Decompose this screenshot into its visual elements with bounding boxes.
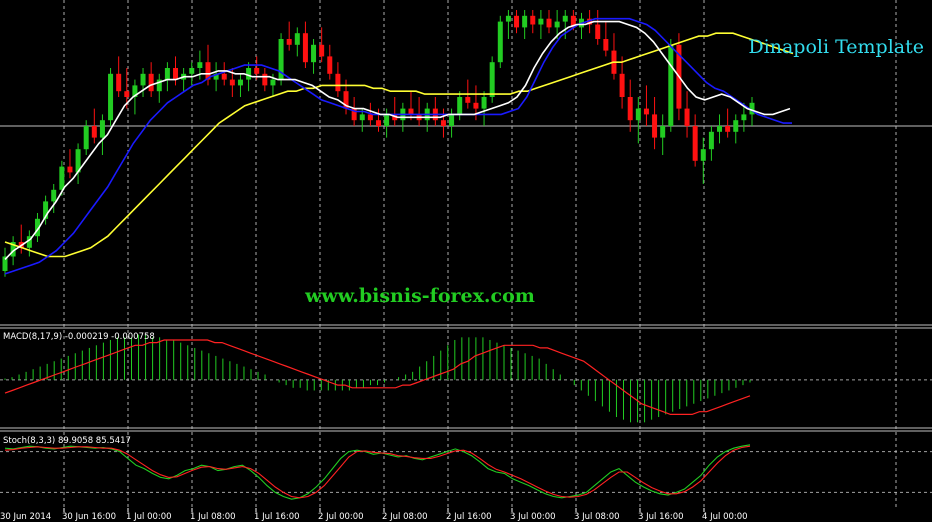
candle-body bbox=[67, 166, 73, 173]
candle-body bbox=[440, 120, 446, 126]
candle-body bbox=[692, 126, 698, 161]
candle-body bbox=[91, 126, 97, 138]
candle-body bbox=[246, 68, 252, 80]
candle-body bbox=[140, 73, 146, 86]
candle-body bbox=[270, 79, 276, 86]
candle-body bbox=[554, 21, 560, 28]
chart-title: Dinapoli Template bbox=[748, 36, 924, 58]
candle-body bbox=[164, 68, 170, 80]
candle-body bbox=[481, 97, 487, 109]
candle-body bbox=[465, 97, 471, 103]
candle-body bbox=[124, 91, 130, 97]
candle-body bbox=[652, 114, 658, 138]
x-tick-label: 1 Jul 00:00 bbox=[126, 512, 172, 522]
candle-body bbox=[367, 114, 373, 121]
forex-chart: Dinapoli Template www.bisnis-forex.com M… bbox=[0, 0, 932, 522]
x-tick-label: 4 Jul 00:00 bbox=[702, 512, 748, 522]
macd-label: MACD(8,17,9) -0.000219 -0.000758 bbox=[3, 332, 155, 342]
candle-body bbox=[708, 131, 714, 150]
candle-body bbox=[627, 97, 633, 121]
candle-body bbox=[643, 108, 649, 115]
candle-body bbox=[384, 114, 390, 126]
candle-body bbox=[116, 73, 122, 92]
candle-body bbox=[668, 44, 674, 126]
candle-body bbox=[311, 44, 317, 63]
candle-body bbox=[635, 108, 641, 121]
candle-body bbox=[229, 79, 235, 86]
x-tick-label: 2 Jul 16:00 bbox=[446, 512, 492, 522]
candle-body bbox=[237, 79, 243, 86]
candle-body bbox=[530, 15, 536, 25]
candle-body bbox=[294, 33, 300, 45]
candle-body bbox=[173, 68, 179, 80]
stochastic-label: Stoch(8,3,3) 89.9058 85.5417 bbox=[3, 436, 131, 446]
candle-body bbox=[489, 62, 495, 97]
x-tick-label: 1 Jul 08:00 bbox=[190, 512, 236, 522]
candle-body bbox=[684, 108, 690, 126]
chart-background bbox=[0, 0, 932, 522]
candle-body bbox=[473, 102, 479, 109]
candle-body bbox=[660, 126, 666, 138]
candle-body bbox=[108, 73, 114, 121]
candle-body bbox=[457, 97, 463, 115]
candle-body bbox=[522, 15, 528, 28]
x-tick-label: 2 Jul 08:00 bbox=[382, 512, 428, 522]
candle-body bbox=[148, 73, 154, 92]
candle-body bbox=[741, 114, 747, 121]
candle-body bbox=[319, 44, 325, 57]
x-tick-label: 2 Jul 00:00 bbox=[318, 512, 364, 522]
candle-body bbox=[717, 126, 723, 132]
x-tick-label: 3 Jul 16:00 bbox=[638, 512, 684, 522]
candle-body bbox=[546, 18, 552, 28]
candle-body bbox=[327, 56, 333, 74]
candle-body bbox=[83, 126, 89, 150]
candle-body bbox=[99, 120, 105, 138]
x-tick-label: 30 Jun 16:00 bbox=[62, 512, 116, 522]
candle-body bbox=[562, 15, 568, 22]
candle-body bbox=[335, 73, 341, 92]
candle-body bbox=[603, 39, 609, 51]
candle-body bbox=[514, 15, 520, 28]
watermark-text: www.bisnis-forex.com bbox=[304, 285, 535, 307]
candle-body bbox=[733, 120, 739, 132]
candle-body bbox=[286, 39, 292, 45]
candle-body bbox=[254, 68, 260, 74]
candle-body bbox=[376, 120, 381, 126]
candle-body bbox=[189, 68, 195, 74]
x-tick-label: 30 Jun 2014 bbox=[0, 512, 51, 522]
candle-body bbox=[497, 21, 503, 63]
candle-body bbox=[408, 108, 414, 115]
candle-body bbox=[262, 73, 268, 86]
candle-body bbox=[595, 24, 601, 39]
candle-body bbox=[449, 114, 455, 126]
candle-body bbox=[59, 166, 65, 190]
candle-body bbox=[197, 62, 203, 68]
candle-body bbox=[221, 73, 227, 80]
candle-body bbox=[619, 73, 625, 97]
candle-body bbox=[538, 18, 544, 25]
candle-body bbox=[51, 189, 57, 202]
x-tick-label: 3 Jul 08:00 bbox=[574, 512, 620, 522]
x-tick-label: 3 Jul 00:00 bbox=[510, 512, 556, 522]
candle-body bbox=[302, 33, 308, 63]
candle-body bbox=[700, 149, 706, 161]
candle-body bbox=[725, 126, 731, 132]
x-tick-label: 1 Jul 16:00 bbox=[254, 512, 300, 522]
candle-body bbox=[359, 114, 365, 121]
candle-body bbox=[505, 15, 511, 22]
